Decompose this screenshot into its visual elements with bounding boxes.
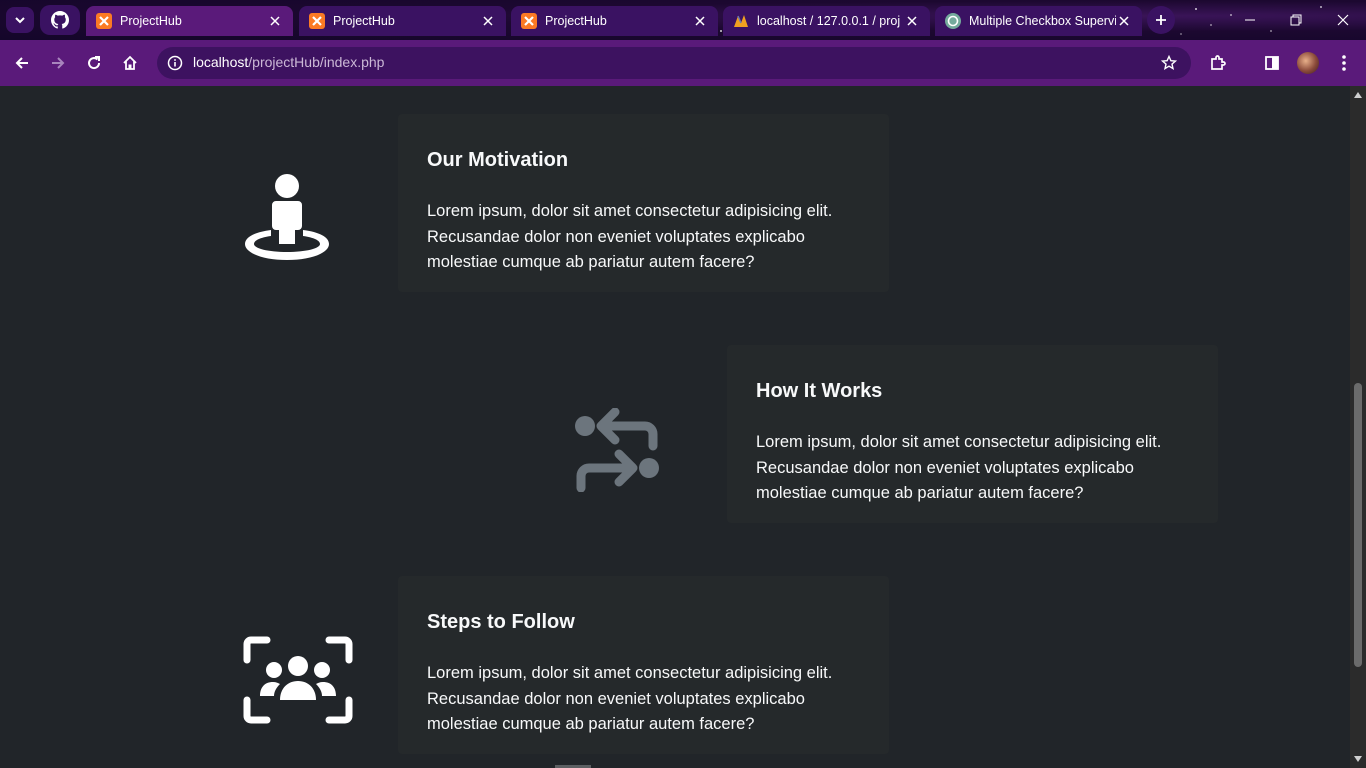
page-viewport: Our Motivation Lorem ipsum, dolor sit am… — [0, 86, 1350, 768]
puzzle-icon — [1211, 55, 1226, 70]
chatgpt-icon — [945, 13, 961, 29]
triangle-up-icon — [1354, 92, 1362, 98]
section-text: Lorem ipsum, dolor sit amet consectetur … — [756, 433, 1162, 502]
group-focus-icon — [243, 636, 353, 728]
home-button[interactable] — [116, 49, 144, 77]
scroll-up-arrow[interactable] — [1350, 88, 1366, 102]
person-standing-icon — [243, 174, 331, 266]
reload-icon — [88, 56, 101, 70]
chevron-down-icon — [15, 17, 25, 24]
triangle-down-icon — [1354, 756, 1362, 762]
restore-icon — [1290, 14, 1302, 26]
tab-chatgpt[interactable]: Multiple Checkbox Supervi — [935, 6, 1142, 36]
xampp-icon — [96, 13, 112, 29]
tab-title: ProjectHub — [120, 14, 182, 28]
section-card-how-it-works: How It Works Lorem ipsum, dolor sit amet… — [727, 345, 1218, 523]
restore-button[interactable] — [1284, 8, 1308, 32]
tab-title: ProjectHub — [545, 14, 607, 28]
side-panel-button[interactable] — [1258, 49, 1286, 77]
close-window-button[interactable] — [1331, 8, 1355, 32]
section-text: Lorem ipsum, dolor sit amet consectetur … — [427, 202, 833, 271]
minimize-button[interactable] — [1238, 8, 1262, 32]
close-icon[interactable] — [480, 13, 496, 29]
tab-title: Multiple Checkbox Supervi — [969, 14, 1116, 28]
section-card-steps: Steps to Follow Lorem ipsum, dolor sit a… — [398, 576, 889, 754]
plus-icon — [1156, 15, 1166, 25]
section-title: Steps to Follow — [427, 611, 575, 633]
close-icon[interactable] — [267, 13, 283, 29]
close-icon[interactable] — [1116, 13, 1132, 29]
phpmyadmin-icon — [733, 13, 749, 29]
tab-title: localhost / 127.0.0.1 / proj — [757, 14, 901, 28]
url-host: localhost — [193, 54, 249, 70]
pinned-tab-github[interactable] — [40, 5, 80, 35]
tab-projecthub-1[interactable]: ProjectHub — [86, 6, 293, 36]
profile-avatar[interactable] — [1297, 52, 1319, 74]
xampp-icon — [309, 13, 325, 29]
tab-title: ProjectHub — [333, 14, 395, 28]
url-text[interactable]: localhost/projectHub/index.php — [193, 54, 384, 70]
forward-button[interactable] — [44, 49, 72, 77]
kebab-menu-icon — [1342, 55, 1346, 71]
section-title: How It Works — [756, 380, 883, 402]
new-tab-button[interactable] — [1147, 6, 1175, 34]
tab-search-button[interactable] — [6, 7, 34, 33]
tab-phpmyadmin[interactable]: localhost / 127.0.0.1 / proj — [723, 6, 930, 36]
scrollbar-thumb[interactable] — [1354, 383, 1362, 667]
tab-projecthub-3[interactable]: ProjectHub — [511, 6, 718, 36]
xampp-icon — [521, 13, 537, 29]
address-bar[interactable]: localhost/projectHub/index.php — [157, 47, 1191, 79]
section-text: Lorem ipsum, dolor sit amet consectetur … — [427, 664, 833, 733]
home-icon — [123, 55, 137, 70]
side-panel-icon — [1265, 56, 1279, 70]
arrow-right-icon — [52, 57, 65, 69]
reload-button[interactable] — [80, 49, 108, 77]
section-title: Our Motivation — [427, 149, 569, 171]
site-info-icon[interactable] — [165, 53, 185, 73]
section-card-motivation: Our Motivation Lorem ipsum, dolor sit am… — [398, 114, 889, 292]
close-icon — [1337, 14, 1349, 26]
github-icon — [51, 11, 69, 29]
close-icon[interactable] — [692, 13, 708, 29]
arrow-left-icon — [15, 57, 28, 69]
browser-menu-button[interactable] — [1330, 49, 1358, 77]
scroll-down-arrow[interactable] — [1350, 752, 1366, 766]
arrows-exchange-icon — [573, 407, 661, 496]
extensions-button[interactable] — [1204, 49, 1232, 77]
bookmark-star-icon[interactable] — [1159, 53, 1179, 73]
minimize-icon — [1245, 19, 1255, 21]
url-path: /projectHub/index.php — [248, 54, 385, 70]
back-button[interactable] — [8, 49, 36, 77]
tab-projecthub-2[interactable]: ProjectHub — [299, 6, 506, 36]
close-icon[interactable] — [904, 13, 920, 29]
